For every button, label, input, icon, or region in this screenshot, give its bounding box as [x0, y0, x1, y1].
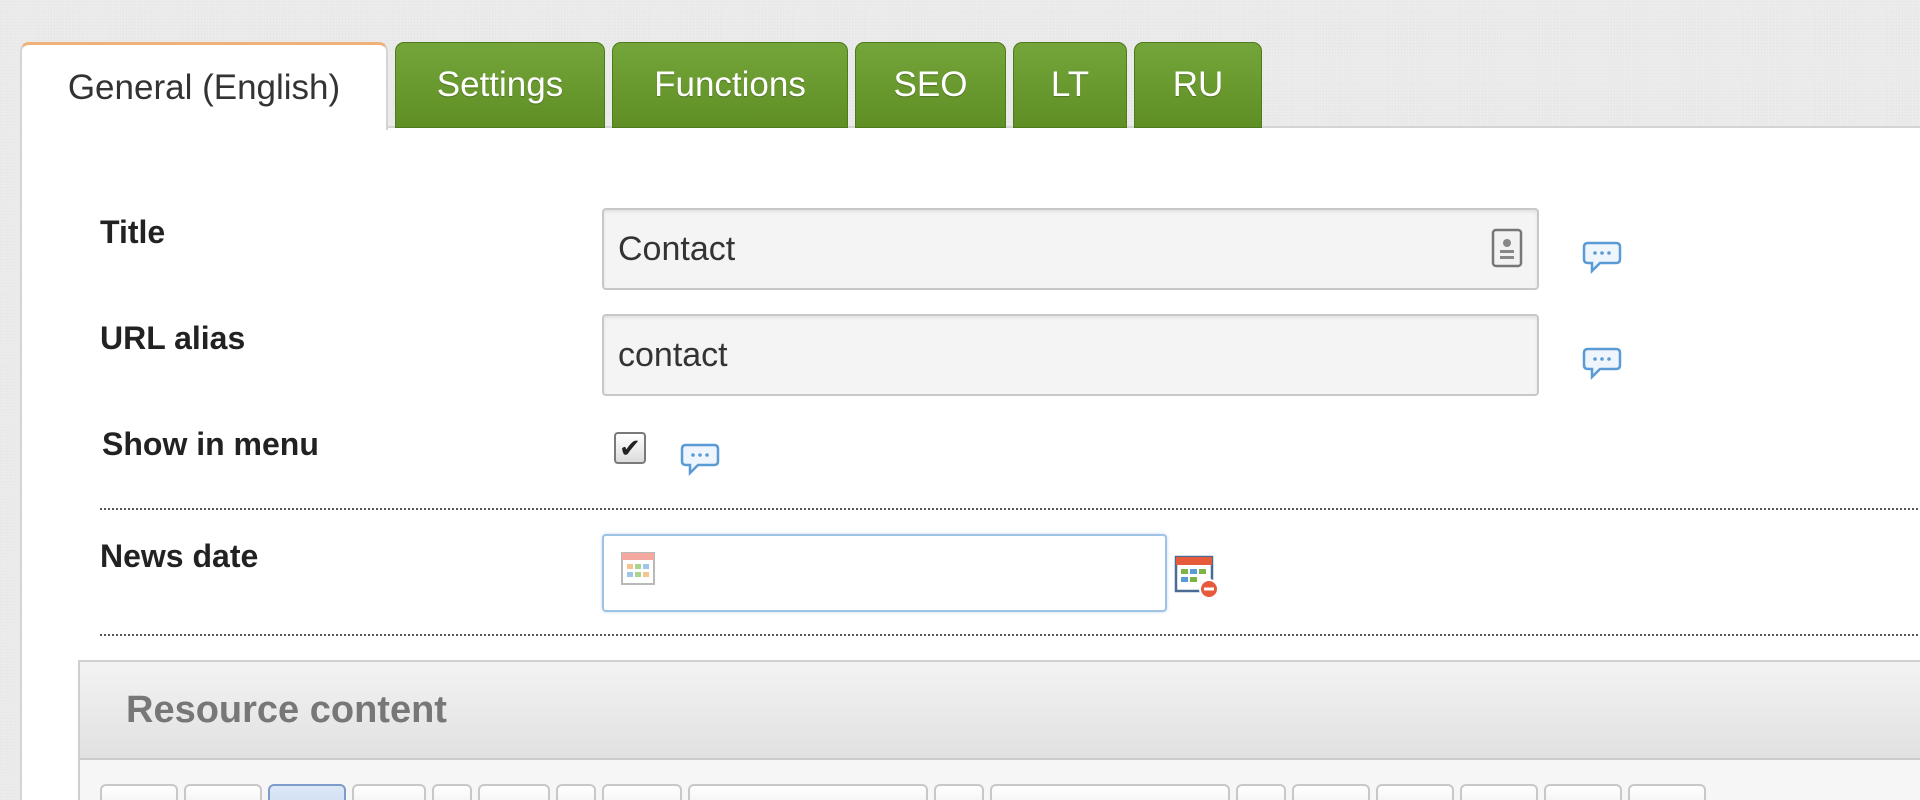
toolbar-button[interactable]: [1544, 784, 1622, 800]
resource-content-header: Resource content: [80, 662, 1920, 760]
toolbar-button[interactable]: [1236, 784, 1286, 800]
toolbar-button[interactable]: [184, 784, 262, 800]
toolbar-button[interactable]: [268, 784, 346, 800]
separator-line: [100, 508, 1920, 510]
title-input[interactable]: Contact: [602, 208, 1539, 290]
toolbar-button[interactable]: [1376, 784, 1454, 800]
tab-functions[interactable]: Functions: [612, 42, 848, 128]
title-help-speech-bubble-icon[interactable]: [1582, 240, 1622, 274]
url-alias-input[interactable]: contact: [602, 314, 1539, 396]
calendar-clear-icon[interactable]: [1174, 554, 1220, 600]
toolbar-button[interactable]: [1628, 784, 1706, 800]
tab-ru[interactable]: RU: [1134, 42, 1262, 128]
news-date-input[interactable]: [602, 534, 1167, 612]
contact-card-icon[interactable]: [1491, 228, 1523, 268]
toolbar-button[interactable]: [688, 784, 928, 800]
toolbar-button[interactable]: [990, 784, 1230, 800]
separator-line: [100, 634, 1920, 636]
title-input-value: Contact: [618, 229, 736, 268]
news-date-label: News date: [100, 538, 259, 574]
tab-general-english[interactable]: General (English): [20, 42, 388, 130]
tab-lt[interactable]: LT: [1013, 42, 1127, 128]
editor-toolbar: [100, 784, 1920, 800]
calendar-icon[interactable]: [620, 550, 656, 586]
show-in-menu-help-speech-bubble-icon[interactable]: [680, 442, 720, 476]
toolbar-button[interactable]: [100, 784, 178, 800]
tab-settings[interactable]: Settings: [395, 42, 605, 128]
show-in-menu-label: Show in menu: [102, 426, 319, 462]
checkmark-icon: ✔: [619, 433, 641, 463]
toolbar-button[interactable]: [556, 784, 596, 800]
toolbar-button[interactable]: [602, 784, 682, 800]
url-alias-label: URL alias: [100, 320, 246, 356]
url-alias-input-value: contact: [618, 335, 728, 374]
toolbar-button[interactable]: [1292, 784, 1370, 800]
toolbar-button[interactable]: [934, 784, 984, 800]
url-alias-help-speech-bubble-icon[interactable]: [1582, 346, 1622, 380]
resource-content-box: Resource content: [78, 660, 1920, 800]
title-label: Title: [100, 214, 166, 250]
tab-seo[interactable]: SEO: [855, 42, 1006, 128]
toolbar-button[interactable]: [352, 784, 426, 800]
toolbar-button[interactable]: [1460, 784, 1538, 800]
tab-bar: General (English) Settings Functions SEO…: [20, 42, 1269, 130]
show-in-menu-checkbox[interactable]: ✔: [614, 432, 646, 464]
toolbar-button[interactable]: [478, 784, 550, 800]
toolbar-button[interactable]: [432, 784, 472, 800]
